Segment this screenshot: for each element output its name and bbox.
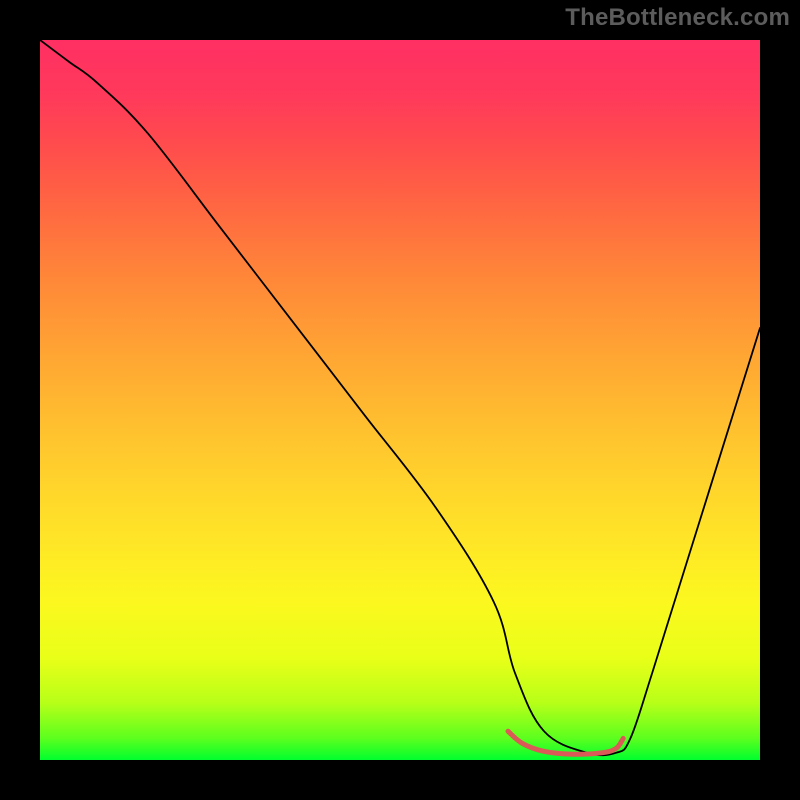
recommended-range bbox=[508, 731, 623, 754]
watermark-text: TheBottleneck.com bbox=[565, 4, 790, 32]
chart-overlay bbox=[40, 40, 760, 760]
chart-frame: TheBottleneck.com bbox=[0, 0, 800, 800]
bottleneck-curve bbox=[40, 40, 760, 755]
plot-area bbox=[40, 40, 760, 760]
